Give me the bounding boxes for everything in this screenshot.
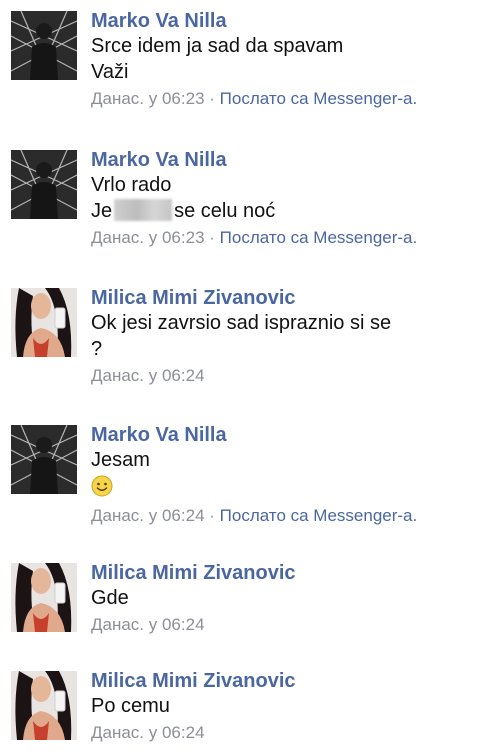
milica-avatar[interactable] — [11, 671, 77, 740]
sender-name[interactable]: Milica Mimi Zivanovic — [91, 561, 492, 585]
milica-avatar[interactable] — [11, 563, 77, 632]
timestamp: Данас. у 06:24 — [91, 615, 205, 634]
message-item: Marko Va Nilla Vrlo rado Je se celu noć Д… — [0, 139, 500, 278]
sent-via-link[interactable]: Послато са Messenger-а. — [220, 228, 418, 247]
message-text: Vrlo rado — [91, 174, 172, 196]
message-item: Marko Va Nilla Jesam Данас. у 06:24 · По… — [0, 414, 500, 553]
message-text-prefix: Je — [91, 200, 113, 222]
sender-name[interactable]: Marko Va Nilla — [91, 148, 492, 172]
message-meta: Данас. у 06:24 — [91, 365, 492, 387]
meta-separator: · — [209, 89, 215, 108]
message-item: Milica Mimi Zivanovic Gde Данас. у 06:24 — [0, 552, 500, 661]
redaction-blur — [114, 199, 173, 221]
message-meta: Данас. у 06:23 · Послато са Messenger-а. — [91, 88, 492, 110]
message-meta: Данас. у 06:23 · Послато са Messenger-а. — [91, 227, 492, 249]
timestamp: Данас. у 06:24 — [91, 366, 205, 385]
message-text: Ok jesi zavrsio sad ispraznio si se — [91, 312, 392, 334]
message-item: Milica Mimi Zivanovic Ok jesi zavrsio sa… — [0, 277, 500, 415]
meta-separator: · — [209, 506, 215, 525]
sender-name[interactable]: Milica Mimi Zivanovic — [91, 669, 492, 693]
message-meta: Данас. у 06:24 · Послато са Messenger-а. — [91, 505, 492, 527]
timestamp: Данас. у 06:24 — [91, 723, 205, 742]
sent-via-link[interactable]: Послато са Messenger-а. — [220, 89, 418, 108]
sender-name[interactable]: Marko Va Nilla — [91, 9, 492, 33]
message-text: Jesam — [91, 449, 150, 471]
marko-avatar[interactable] — [11, 425, 77, 494]
message-meta: Данас. у 06:24 — [91, 722, 492, 744]
milica-avatar[interactable] — [11, 288, 77, 357]
message-text: ? — [91, 338, 103, 360]
marko-avatar[interactable] — [11, 11, 77, 80]
message-text: Važi — [91, 61, 129, 83]
sender-name[interactable]: Marko Va Nilla — [91, 423, 492, 447]
timestamp: Данас. у 06:23 — [91, 228, 205, 247]
message-text-suffix: se celu noć — [174, 200, 276, 222]
marko-avatar[interactable] — [11, 150, 77, 219]
message-text: Gde — [91, 587, 129, 609]
meta-separator: · — [209, 228, 215, 247]
smiley-icon — [91, 475, 113, 502]
message-feed: Marko Va Nilla Srce idem ja sad da spava… — [0, 0, 500, 750]
message-item: Milica Mimi Zivanovic Po cemu Данас. у 0… — [0, 660, 500, 750]
timestamp: Данас. у 06:23 — [91, 89, 205, 108]
message-item: Marko Va Nilla Srce idem ja sad da spava… — [0, 0, 500, 140]
message-text: Srce idem ja sad da spavam — [91, 35, 344, 57]
message-text: Po cemu — [91, 695, 170, 717]
sent-via-link[interactable]: Послато са Messenger-а. — [220, 506, 418, 525]
message-text-redacted: Je se celu noć — [91, 198, 492, 224]
timestamp: Данас. у 06:24 — [91, 506, 205, 525]
message-meta: Данас. у 06:24 — [91, 614, 492, 636]
sender-name[interactable]: Milica Mimi Zivanovic — [91, 286, 492, 310]
